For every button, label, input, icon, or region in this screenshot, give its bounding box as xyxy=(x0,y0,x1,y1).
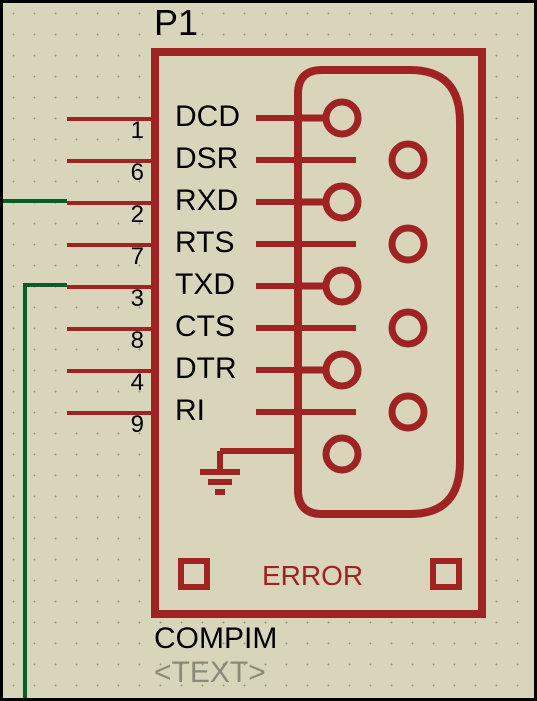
pin-label-rts: RTS xyxy=(175,226,234,260)
db9-connector-icon xyxy=(290,62,480,542)
pin-label-txd: TXD xyxy=(175,268,235,302)
status-text: ERROR xyxy=(262,560,363,592)
wire-rxd[interactable] xyxy=(0,199,67,203)
pin-label-cts: CTS xyxy=(175,310,235,344)
pin-label-dsr: DSR xyxy=(175,142,238,176)
schematic-canvas: P1 1 DCD 6 DSR 2 RXD 7 RTS 3 TXD 8 CTS 4… xyxy=(0,0,537,701)
lead-dsr xyxy=(256,157,356,163)
lead-cts xyxy=(256,325,356,331)
lead-dcd xyxy=(256,115,298,121)
wire-txd-v[interactable] xyxy=(23,283,27,701)
lead-ri xyxy=(256,409,356,415)
pin-label-dtr: DTR xyxy=(175,352,237,386)
status-led-tx xyxy=(178,558,210,590)
reference-designator[interactable]: P1 xyxy=(154,2,198,44)
pin-label-rxd: RXD xyxy=(175,184,238,218)
lead-rts xyxy=(256,241,356,247)
pin-number-6: 6 xyxy=(67,159,144,187)
pin-number-2: 2 xyxy=(67,201,144,229)
status-led-rx xyxy=(430,558,462,590)
pin-number-1: 1 xyxy=(67,117,144,145)
pin-number-8: 8 xyxy=(67,327,144,355)
pin-label-dcd: DCD xyxy=(175,100,240,134)
pin-label-ri: RI xyxy=(175,394,205,428)
pin-number-4: 4 xyxy=(67,369,144,397)
wire-txd-h[interactable] xyxy=(23,283,67,287)
text-field-placeholder[interactable]: <TEXT> xyxy=(154,656,266,690)
part-name[interactable]: COMPIM xyxy=(154,622,277,656)
ground-icon xyxy=(190,440,300,510)
lead-dtr xyxy=(256,367,298,373)
pin-number-9: 9 xyxy=(67,411,144,439)
lead-rxd xyxy=(256,199,298,205)
lead-txd xyxy=(256,283,298,289)
pin-number-3: 3 xyxy=(67,285,144,313)
pin-number-7: 7 xyxy=(67,243,144,271)
